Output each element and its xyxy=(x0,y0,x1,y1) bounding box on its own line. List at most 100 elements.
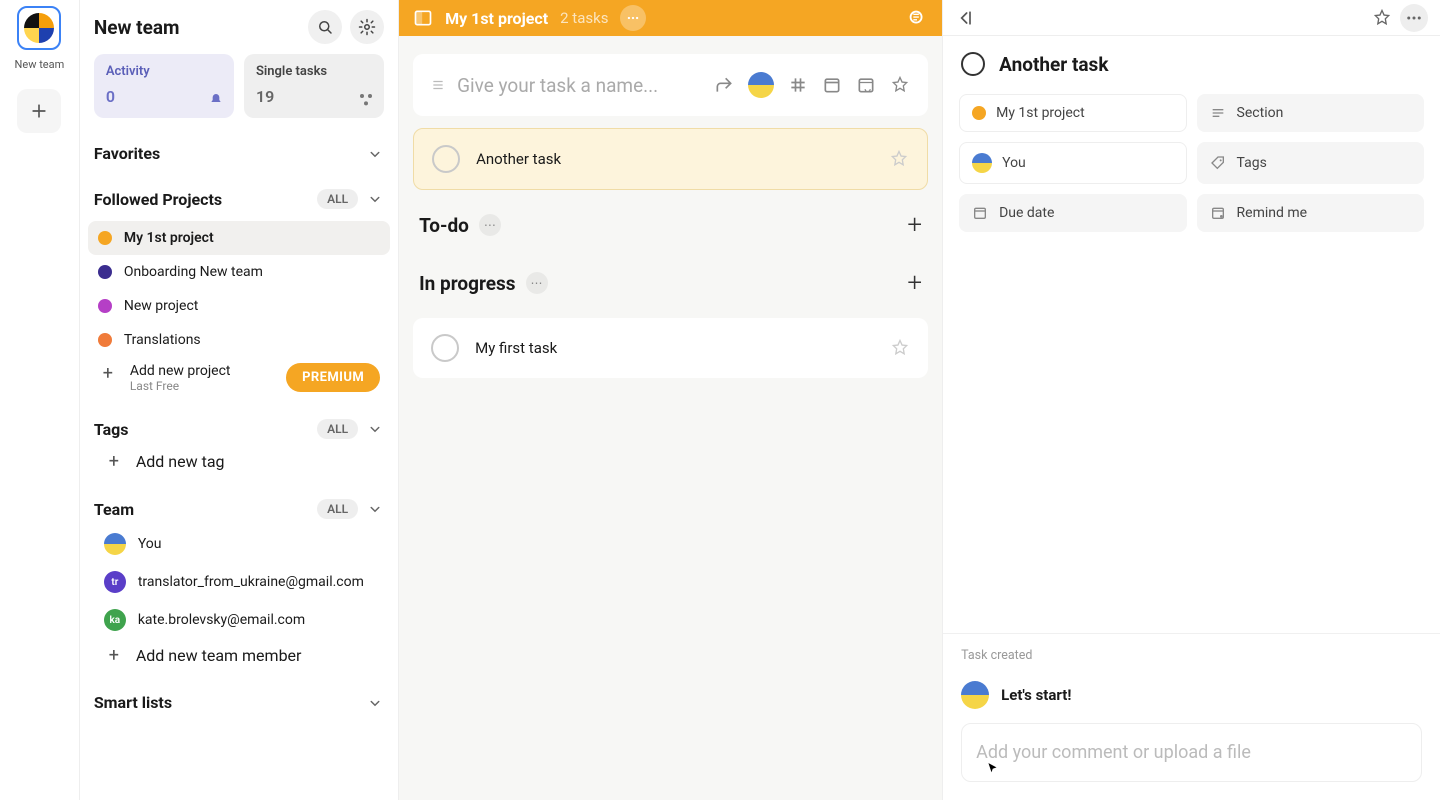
section-more-button[interactable]: ⋯ xyxy=(526,272,548,294)
team-member[interactable]: ka kate.brolevsky@email.com xyxy=(94,601,384,639)
add-task-button[interactable]: + xyxy=(907,268,922,298)
project-item[interactable]: Translations xyxy=(88,323,390,357)
complete-toggle[interactable] xyxy=(432,145,460,173)
avatar: ka xyxy=(104,609,126,631)
section-title: In progress xyxy=(419,272,515,295)
team-name-label: New team xyxy=(15,58,65,71)
tags-heading: Tags xyxy=(94,420,309,439)
team-member[interactable]: You xyxy=(94,525,384,563)
project-color-dot xyxy=(972,106,986,120)
project-color-dot xyxy=(98,231,112,245)
task-row[interactable]: My first task xyxy=(413,318,928,378)
project-color-dot xyxy=(98,299,112,313)
followed-filter-badge[interactable]: ALL xyxy=(317,189,358,209)
project-label: My 1st project xyxy=(124,230,214,246)
star-button[interactable] xyxy=(889,149,909,169)
chevron-down-icon[interactable] xyxy=(366,420,384,438)
star-button[interactable] xyxy=(890,338,910,358)
favorites-heading: Favorites xyxy=(94,144,358,163)
tag-icon xyxy=(1209,154,1227,172)
chevron-down-icon[interactable] xyxy=(366,145,384,163)
add-tag-label: Add new tag xyxy=(136,452,225,471)
date-icon[interactable] xyxy=(822,75,842,95)
comment-input-container xyxy=(961,723,1422,782)
project-chip[interactable]: My 1st project xyxy=(959,94,1186,132)
premium-badge[interactable]: PREMIUM xyxy=(286,363,380,392)
more-button[interactable] xyxy=(1400,4,1428,32)
star-button[interactable] xyxy=(1372,8,1392,28)
team-list: You tr translator_from_ukraine@gmail.com… xyxy=(94,525,384,673)
collapse-button[interactable] xyxy=(955,8,975,28)
chevron-down-icon[interactable] xyxy=(366,500,384,518)
chevron-down-icon[interactable] xyxy=(366,190,384,208)
project-item[interactable]: New project xyxy=(88,289,390,323)
team-member[interactable]: tr translator_from_ukraine@gmail.com xyxy=(94,563,384,601)
add-member-row[interactable]: + Add new team member xyxy=(94,639,384,673)
complete-toggle[interactable] xyxy=(431,334,459,362)
assignee-chip[interactable]: You xyxy=(959,142,1186,184)
single-tasks-card[interactable]: Single tasks 19 xyxy=(244,54,384,118)
task-row[interactable]: Another task xyxy=(413,128,928,190)
chevron-down-icon[interactable] xyxy=(366,694,384,712)
sidebar-header: New team xyxy=(80,0,398,54)
create-task-row xyxy=(413,54,928,116)
detail-panel: Another task My 1st project Section You … xyxy=(943,0,1440,800)
add-task-button[interactable]: + xyxy=(907,210,922,240)
settings-button[interactable] xyxy=(350,10,384,44)
detail-toolbar xyxy=(943,0,1440,36)
team-section: Team ALL You tr translator_from_ukraine@… xyxy=(80,483,398,677)
dots-icon xyxy=(1405,9,1423,27)
chip-label: My 1st project xyxy=(996,105,1085,121)
chip-label: Due date xyxy=(999,205,1054,221)
followed-heading: Followed Projects xyxy=(94,190,309,209)
member-name: kate.brolevsky@email.com xyxy=(138,612,305,628)
chip-label: Tags xyxy=(1237,155,1267,171)
project-item[interactable]: Onboarding New team xyxy=(88,255,390,289)
calendar-icon xyxy=(971,204,989,222)
complete-toggle[interactable] xyxy=(961,52,985,76)
overview-cards: Activity 0 Single tasks 19 xyxy=(80,54,398,128)
avatar xyxy=(972,153,992,173)
project-label: Translations xyxy=(124,332,201,348)
tag-icon[interactable] xyxy=(788,75,808,95)
team-heading: Team xyxy=(94,500,309,519)
project-more-button[interactable] xyxy=(620,5,646,31)
add-tag-row[interactable]: + Add new tag xyxy=(94,445,384,479)
add-team-button[interactable] xyxy=(17,89,61,133)
star-icon[interactable] xyxy=(890,75,910,95)
panel-icon[interactable] xyxy=(413,8,433,28)
project-label: New project xyxy=(124,298,199,314)
add-project-row[interactable]: + Add new project Last Free PREMIUM xyxy=(88,357,390,401)
section-more-button[interactable]: ⋯ xyxy=(479,214,501,236)
comment-input[interactable] xyxy=(976,742,1407,763)
tags-chip[interactable]: Tags xyxy=(1197,142,1424,184)
avatar xyxy=(961,681,989,709)
detail-task-title[interactable]: Another task xyxy=(999,53,1108,76)
create-task-input[interactable] xyxy=(457,74,702,97)
detail-meta: My 1st project Section You Tags Due date… xyxy=(943,86,1440,250)
assignee-avatar[interactable] xyxy=(748,72,774,98)
task-list: Another task To-do ⋯ + In progress ⋯ + M… xyxy=(399,36,942,396)
followed-section: Followed Projects ALL xyxy=(80,173,398,219)
plus-icon xyxy=(29,101,49,121)
chip-label: Section xyxy=(1237,105,1284,121)
tags-filter-badge[interactable]: ALL xyxy=(317,419,358,439)
sidebar: New team Activity 0 Single tasks 19 Favo… xyxy=(80,0,399,800)
avatar: tr xyxy=(104,571,126,593)
reminder-icon[interactable] xyxy=(856,75,876,95)
drag-handle-icon[interactable] xyxy=(431,76,445,94)
search-button[interactable] xyxy=(308,10,342,44)
team-filter-badge[interactable]: ALL xyxy=(317,499,358,519)
team-bar: New team xyxy=(0,0,80,800)
team-avatar[interactable] xyxy=(17,6,61,50)
activity-card[interactable]: Activity 0 xyxy=(94,54,234,118)
duedate-chip[interactable]: Due date xyxy=(959,194,1186,232)
assign-icon[interactable] xyxy=(714,75,734,95)
section-chip[interactable]: Section xyxy=(1197,94,1424,132)
remind-chip[interactable]: Remind me xyxy=(1197,194,1424,232)
comment-text: Let's start! xyxy=(1001,686,1071,704)
activity-card-count: 0 xyxy=(106,87,222,106)
project-item[interactable]: My 1st project xyxy=(88,221,390,255)
member-name: translator_from_ukraine@gmail.com xyxy=(138,574,364,590)
view-options-button[interactable] xyxy=(906,7,928,29)
